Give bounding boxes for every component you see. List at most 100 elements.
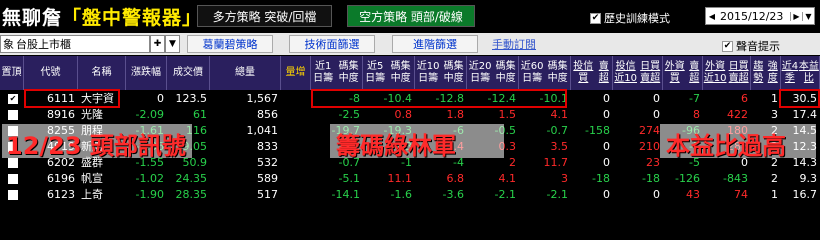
cell-vol: 517 — [257, 188, 278, 201]
col-volume[interactable]: 總量 — [210, 56, 281, 90]
col-change[interactable]: 漲跌幅 — [126, 56, 167, 90]
date-prev-icon[interactable]: ◀ — [706, 12, 718, 21]
cell-pe: 16.7 — [792, 188, 818, 201]
cell-price: 24.35 — [175, 172, 208, 185]
checkbox-checked-icon: ✔ — [722, 40, 733, 52]
cell-c60: 3.5 — [550, 140, 569, 153]
cell-c60: 4.1 — [550, 108, 569, 121]
col-conc-10d[interactable]: 近10日籌 碼集中度 — [415, 56, 467, 90]
cell-c20: -2.1 — [494, 188, 516, 201]
cell-it10: -18 — [642, 172, 660, 185]
annotation-chip-army: 籌碼綠林軍 — [336, 132, 456, 160]
link-manual-subscribe[interactable]: 手動訂閱 — [484, 35, 544, 53]
cell-it: 0 — [603, 188, 610, 201]
col-pin[interactable]: 置頂 — [0, 56, 24, 90]
cell-fi10: 74 — [734, 188, 748, 201]
col-conc-20d[interactable]: 近20日籌 碼集中度 — [467, 56, 519, 90]
cell-vol: 1,041 — [246, 124, 279, 137]
checkbox-icon[interactable] — [8, 174, 18, 184]
cell-price: 123.5 — [175, 92, 208, 105]
highlight-box-concentration — [311, 89, 567, 108]
cell-it10: 23 — [646, 156, 660, 169]
history-mode-label: 歷史訓練模式 — [604, 12, 670, 25]
dropdown-icon[interactable]: ▼ — [165, 35, 180, 53]
checkbox-checked-icon: ✔ — [590, 12, 601, 24]
logo-main-text: 無聊詹 — [2, 6, 63, 29]
history-mode-checkbox[interactable]: ✔ 歷史訓練模式 — [590, 10, 670, 26]
cell-c10: 1.8 — [446, 108, 465, 121]
market-select[interactable]: 象 台股上市櫃 — [0, 35, 150, 53]
link-technical-filter[interactable]: 技術面篩選 — [289, 35, 375, 53]
date-next-icon[interactable]: ▶ — [790, 11, 802, 21]
cell-vol: 1,567 — [246, 92, 279, 105]
cell-c60: -2.1 — [546, 188, 568, 201]
filter-bar: 象 台股上市櫃 ✚ ▼ 葛蘭碧策略 技術面篩選 進階篩選 手動訂閱 ✔ 聲音提示 — [0, 33, 820, 55]
col-price[interactable]: 成交價 — [167, 56, 210, 90]
cell-c5: 0.8 — [394, 108, 413, 121]
col-conc-60d[interactable]: 近60日籌 碼集中度 — [519, 56, 571, 90]
table-row[interactable]: 8916 光隆 -2.09 61 856 -2.5 0.8 1.8 1.5 4.1 0 0 8 422 3 1… — [0, 107, 820, 123]
col-conc-1d[interactable]: 近1日籌 碼集中度 — [311, 56, 363, 90]
tab-bull-strategy[interactable]: 多方策略 突破/回檔 — [197, 5, 332, 27]
col-trust-net-10d[interactable]: 投信近10 日買賣超 — [613, 56, 663, 90]
table-row[interactable]: 6123 上奇 -1.90 28.35 517 -14.1 -1.6 -3.6 -2.1 -2.1… — [0, 187, 820, 203]
checkbox-checked-icon[interactable]: ✔ — [8, 94, 18, 104]
sound-alert-label: 聲音提示 — [736, 40, 780, 53]
col-code[interactable]: 代號 — [24, 56, 78, 90]
cell-pe: 17.4 — [792, 108, 818, 121]
cell-vol: 833 — [257, 140, 278, 153]
tab-bear-strategy[interactable]: 空方策略 頭部/破線 — [347, 5, 475, 27]
cell-c60: 3 — [561, 172, 568, 185]
checkbox-icon[interactable] — [8, 110, 18, 120]
cell-c5: -1.6 — [390, 188, 412, 201]
cell-code: 8916 — [47, 108, 75, 121]
sound-alert-checkbox[interactable]: ✔ 聲音提示 — [722, 38, 780, 54]
cell-c20: 1.5 — [498, 108, 517, 121]
checkbox-icon[interactable] — [8, 190, 18, 200]
cell-fi: -7 — [689, 92, 700, 105]
col-foreign-net[interactable]: 外資買 賣超 — [663, 56, 703, 90]
cell-c10: 6.8 — [446, 172, 465, 185]
cell-it10: 0 — [653, 108, 660, 121]
add-icon[interactable]: ✚ — [150, 35, 165, 53]
cell-it10: 0 — [653, 188, 660, 201]
cell-fi: 43 — [686, 188, 700, 201]
cell-c60: -0.7 — [546, 124, 568, 137]
highlight-box-stock — [24, 89, 120, 108]
table-row[interactable]: 6196 帆宣 -1.02 24.35 589 -5.1 11.1 6.8 4.1 3 -18 -18… — [0, 171, 820, 187]
date-picker[interactable]: ◀ 2015/12/23 ▶ ▼ — [705, 7, 815, 25]
link-granville[interactable]: 葛蘭碧策略 — [187, 35, 273, 53]
cell-name: 帆宣 — [81, 172, 103, 185]
cell-it: -158 — [585, 124, 610, 137]
cell-chg: -1.90 — [135, 188, 164, 201]
cell-trend: 3 — [771, 108, 778, 121]
col-name[interactable]: 名稱 — [78, 56, 126, 90]
cell-pe: 9.3 — [799, 172, 818, 185]
col-conc-5d[interactable]: 近5日籌 碼集中度 — [363, 56, 415, 90]
top-bar: 無聊詹 「盤中警報器」 多方策略 突破/回檔 空方策略 頭部/破線 ✔ 歷史訓練模… — [0, 0, 820, 32]
link-advanced-filter[interactable]: 進階篩選 — [392, 35, 478, 53]
cell-c5: 11.1 — [387, 172, 413, 185]
cell-c1: -5.1 — [338, 172, 360, 185]
col-trend[interactable]: 趨勢 強度 — [751, 56, 781, 90]
cell-it: 0 — [603, 140, 610, 153]
market-select-value[interactable]: 台股上市櫃 — [16, 36, 149, 52]
cell-trend: 1 — [771, 188, 778, 201]
cell-c60: 11.7 — [543, 156, 569, 169]
date-dropdown-icon[interactable]: ▼ — [802, 11, 814, 21]
col-pe[interactable]: 近4季 本益比 — [781, 56, 820, 90]
market-prefix: 象 — [3, 38, 14, 51]
cell-it: 0 — [603, 92, 610, 105]
cell-chg: -1.02 — [135, 172, 164, 185]
cell-fi: 8 — [693, 108, 700, 121]
cell-code: 6123 — [47, 188, 75, 201]
cell-c10: -3.6 — [442, 188, 464, 201]
cell-it10: 210 — [639, 140, 660, 153]
col-volume-increase[interactable]: 量增 — [281, 56, 311, 90]
col-trust-net[interactable]: 投信買 賣超 — [571, 56, 613, 90]
date-value[interactable]: 2015/12/23 — [718, 10, 790, 23]
col-foreign-net-10d[interactable]: 外資近10 日買賣超 — [703, 56, 751, 90]
cell-vol: 856 — [257, 108, 278, 121]
cell-it: 0 — [603, 156, 610, 169]
cell-it10: 0 — [653, 92, 660, 105]
